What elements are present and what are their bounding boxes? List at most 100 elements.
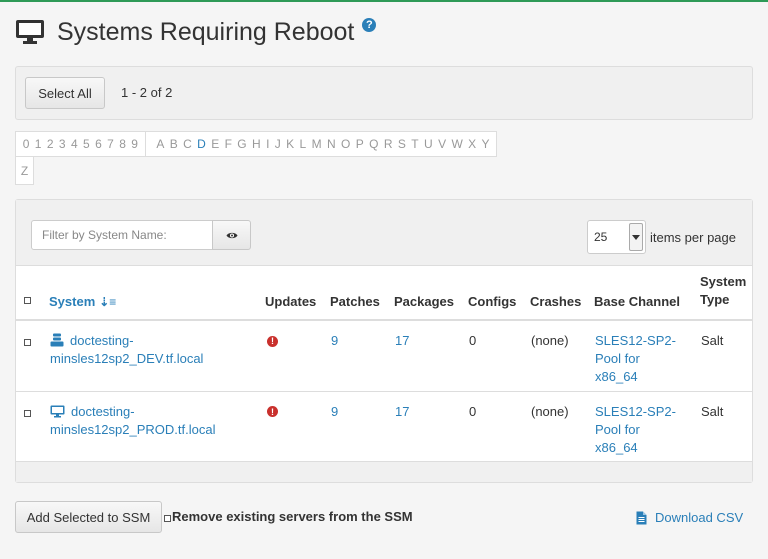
alphabet-item-p[interactable]: P: [353, 137, 366, 151]
select-all-button[interactable]: Select All: [25, 77, 105, 109]
row-checkbox[interactable]: [24, 409, 31, 417]
packages-link[interactable]: 17: [395, 333, 409, 348]
chevron-down-icon[interactable]: [629, 223, 643, 251]
alphabet-item-b[interactable]: B: [167, 137, 180, 151]
patches-cell: 9: [330, 391, 394, 463]
alphabet-item-a[interactable]: A: [154, 137, 167, 151]
letter-group: ABCDEFGHIJKLMNOPQRSTUVWXY: [145, 131, 498, 157]
system-name-line2: minsles12sp2_PROD.tf.local: [50, 421, 216, 437]
alphabet-item-f[interactable]: F: [222, 137, 235, 151]
row-select-cell: [16, 320, 49, 392]
alphabet-item-5[interactable]: 5: [80, 137, 92, 151]
alphabet-item-z[interactable]: Z: [15, 157, 34, 185]
alphabet-item-v[interactable]: V: [435, 137, 448, 151]
alphabet-item-m[interactable]: M: [309, 137, 324, 151]
remove-from-ssm-checkbox[interactable]: [164, 514, 171, 522]
alphabet-item-1[interactable]: 1: [32, 137, 44, 151]
alphabet-label-z[interactable]: Z: [18, 164, 31, 178]
remove-from-ssm-option[interactable]: Remove existing servers from the SSM: [164, 509, 413, 524]
alphabet-item-x[interactable]: X: [465, 137, 478, 151]
alphabet-item-6[interactable]: 6: [92, 137, 104, 151]
alphabet-item-2[interactable]: 2: [44, 137, 56, 151]
alphabet-item-l[interactable]: L: [297, 137, 309, 151]
updates-cell: !: [265, 320, 330, 392]
table-row: doctesting- minsles12sp2_PROD.tf.local !…: [16, 391, 752, 463]
system-cell: doctesting- minsles12sp2_DEV.tf.local: [49, 320, 265, 392]
column-system[interactable]: System ⇣≡: [49, 266, 265, 321]
system-name-line1: doctesting-: [71, 403, 135, 419]
help-icon[interactable]: ?: [362, 18, 377, 32]
packages-link[interactable]: 17: [395, 404, 409, 419]
alphabet-item-w[interactable]: W: [449, 137, 466, 151]
alphabet-item-n[interactable]: N: [324, 137, 338, 151]
alphabet-item-e[interactable]: E: [209, 137, 222, 151]
alphabet-item-4[interactable]: 4: [68, 137, 80, 151]
download-csv-label: Download CSV: [655, 510, 744, 525]
base-channel-cell: SLES12-SP2- Pool for x86_64: [594, 320, 700, 392]
base-channel-link[interactable]: SLES12-SP2- Pool for x86_64: [595, 403, 699, 457]
alphabet-item-t[interactable]: T: [409, 137, 422, 151]
sort-ascending-icon: ⇣≡: [99, 295, 117, 309]
column-system-type-line2: Type: [700, 292, 730, 307]
base-channel-link[interactable]: SLES12-SP2- Pool for x86_64: [595, 332, 699, 386]
monitor-icon: [50, 405, 65, 417]
critical-updates-icon[interactable]: !: [267, 406, 278, 417]
critical-updates-icon[interactable]: !: [267, 335, 278, 347]
configs-cell: 0: [468, 391, 530, 463]
column-system-sort-link[interactable]: System ⇣≡: [49, 294, 116, 309]
channel-line1: SLES12-SP2-: [595, 403, 676, 419]
select-all-rows-checkbox[interactable]: [24, 297, 31, 304]
add-selected-to-ssm-button[interactable]: Add Selected to SSM: [15, 501, 162, 533]
systems-table: System ⇣≡ Updates Patches Packages Config…: [16, 266, 752, 463]
items-per-page-select[interactable]: 25: [587, 220, 646, 254]
alphabet-item-i[interactable]: I: [263, 137, 272, 151]
patches-link[interactable]: 9: [331, 333, 338, 348]
alphabet-item-3[interactable]: 3: [56, 137, 68, 151]
packages-cell: 17: [394, 391, 468, 463]
alphabet-item-q[interactable]: Q: [366, 137, 381, 151]
patches-link[interactable]: 9: [331, 404, 338, 419]
column-updates: Updates: [265, 266, 330, 321]
items-per-page-value: 25: [594, 230, 608, 244]
alphabet-item-j[interactable]: J: [272, 137, 283, 151]
alphabet-item-g[interactable]: G: [235, 137, 250, 151]
system-type-cell: Salt: [700, 320, 752, 392]
alphabet-item-y[interactable]: Y: [479, 137, 492, 151]
alphabet-item-9[interactable]: 9: [129, 137, 141, 151]
digit-group: 0123456789: [15, 131, 146, 157]
monitor-icon: [16, 20, 44, 44]
table-row: doctesting- minsles12sp2_DEV.tf.local ! …: [16, 320, 752, 392]
top-accent-bar: [0, 0, 768, 2]
column-system-label: System: [49, 294, 96, 309]
alphabet-item-o[interactable]: O: [338, 137, 353, 151]
table-toolbar: 25 items per page: [16, 200, 752, 266]
alphabet-item-s[interactable]: S: [395, 137, 408, 151]
alphabet-item-k[interactable]: K: [283, 137, 296, 151]
alphabet-item-c[interactable]: C: [180, 137, 194, 151]
alphabet-item-8[interactable]: 8: [117, 137, 129, 151]
channel-line1: SLES12-SP2-: [595, 333, 676, 348]
row-checkbox[interactable]: [24, 339, 31, 346]
system-link[interactable]: doctesting- minsles12sp2_PROD.tf.local: [50, 403, 264, 439]
alphabet-item-u[interactable]: U: [421, 137, 435, 151]
download-csv-link[interactable]: Download CSV: [636, 510, 743, 525]
alphabet-item-0[interactable]: 0: [20, 137, 32, 151]
system-name-filter-input[interactable]: [31, 220, 213, 250]
patches-cell: 9: [330, 320, 394, 392]
system-link[interactable]: doctesting- minsles12sp2_DEV.tf.local: [50, 332, 264, 368]
alphabet-item-h[interactable]: H: [249, 137, 263, 151]
alphabet-item-r[interactable]: R: [381, 137, 395, 151]
column-configs: Configs: [468, 266, 530, 321]
alphabet-item-d[interactable]: D: [194, 137, 208, 151]
channel-line3: x86_64: [595, 369, 638, 384]
system-name-line2: minsles12sp2_DEV.tf.local: [50, 351, 204, 366]
crashes-cell: (none): [530, 391, 594, 463]
selection-panel: Select All 1 - 2 of 2: [15, 66, 753, 120]
system-type-cell: Salt: [700, 391, 752, 463]
column-system-type: System Type: [700, 266, 752, 321]
alphabet-item-7[interactable]: 7: [104, 137, 116, 151]
filter-toggle-button[interactable]: [212, 220, 251, 250]
system-cell: doctesting- minsles12sp2_PROD.tf.local: [49, 391, 265, 463]
system-name-line1: doctesting-: [70, 333, 134, 348]
page-range: 1 - 2 of 2: [121, 85, 173, 100]
